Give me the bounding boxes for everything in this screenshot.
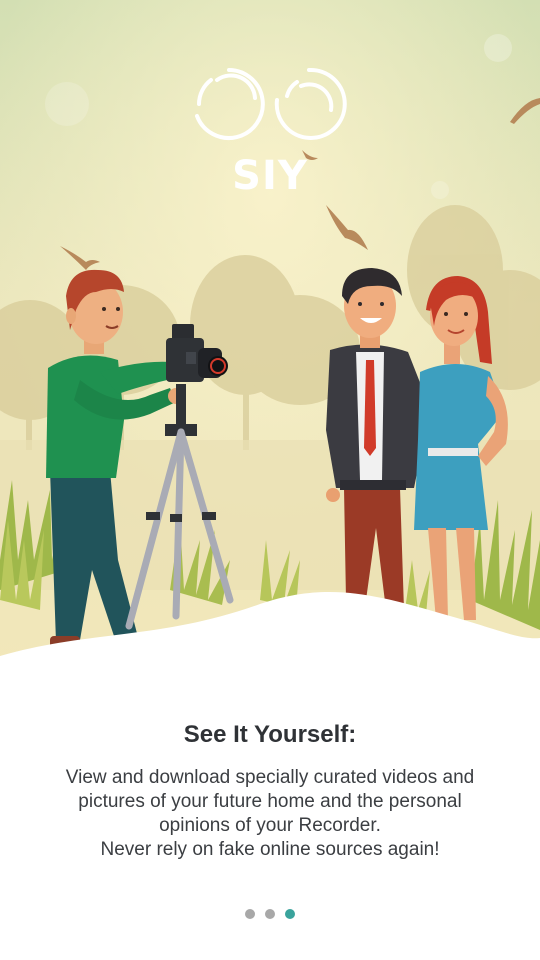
onboarding-description: View and download specially curated vide…: [30, 766, 510, 862]
description-line: Never rely on fake online sources again!: [100, 839, 440, 860]
onboarding-content: See It Yourself: View and download speci…: [0, 718, 540, 862]
onboarding-screen: SIY See It Yourself: View and download s…: [0, 0, 540, 960]
description-line: View and download specially curated vide…: [65, 767, 475, 788]
app-logo: SIY: [0, 66, 540, 198]
description-line: opinions of your Recorder.: [159, 815, 381, 836]
description-line: pictures of your future home and the per…: [78, 791, 462, 812]
onboarding-title: See It Yourself:: [183, 721, 357, 748]
page-dot-3[interactable]: [285, 909, 295, 919]
page-dot-1[interactable]: [245, 909, 255, 919]
logo-rings-icon: [195, 67, 347, 140]
page-indicator: [0, 909, 540, 921]
logo-text: SIY: [232, 153, 308, 199]
page-dot-2[interactable]: [265, 909, 275, 919]
hero-illustration: SIY: [0, 0, 540, 690]
